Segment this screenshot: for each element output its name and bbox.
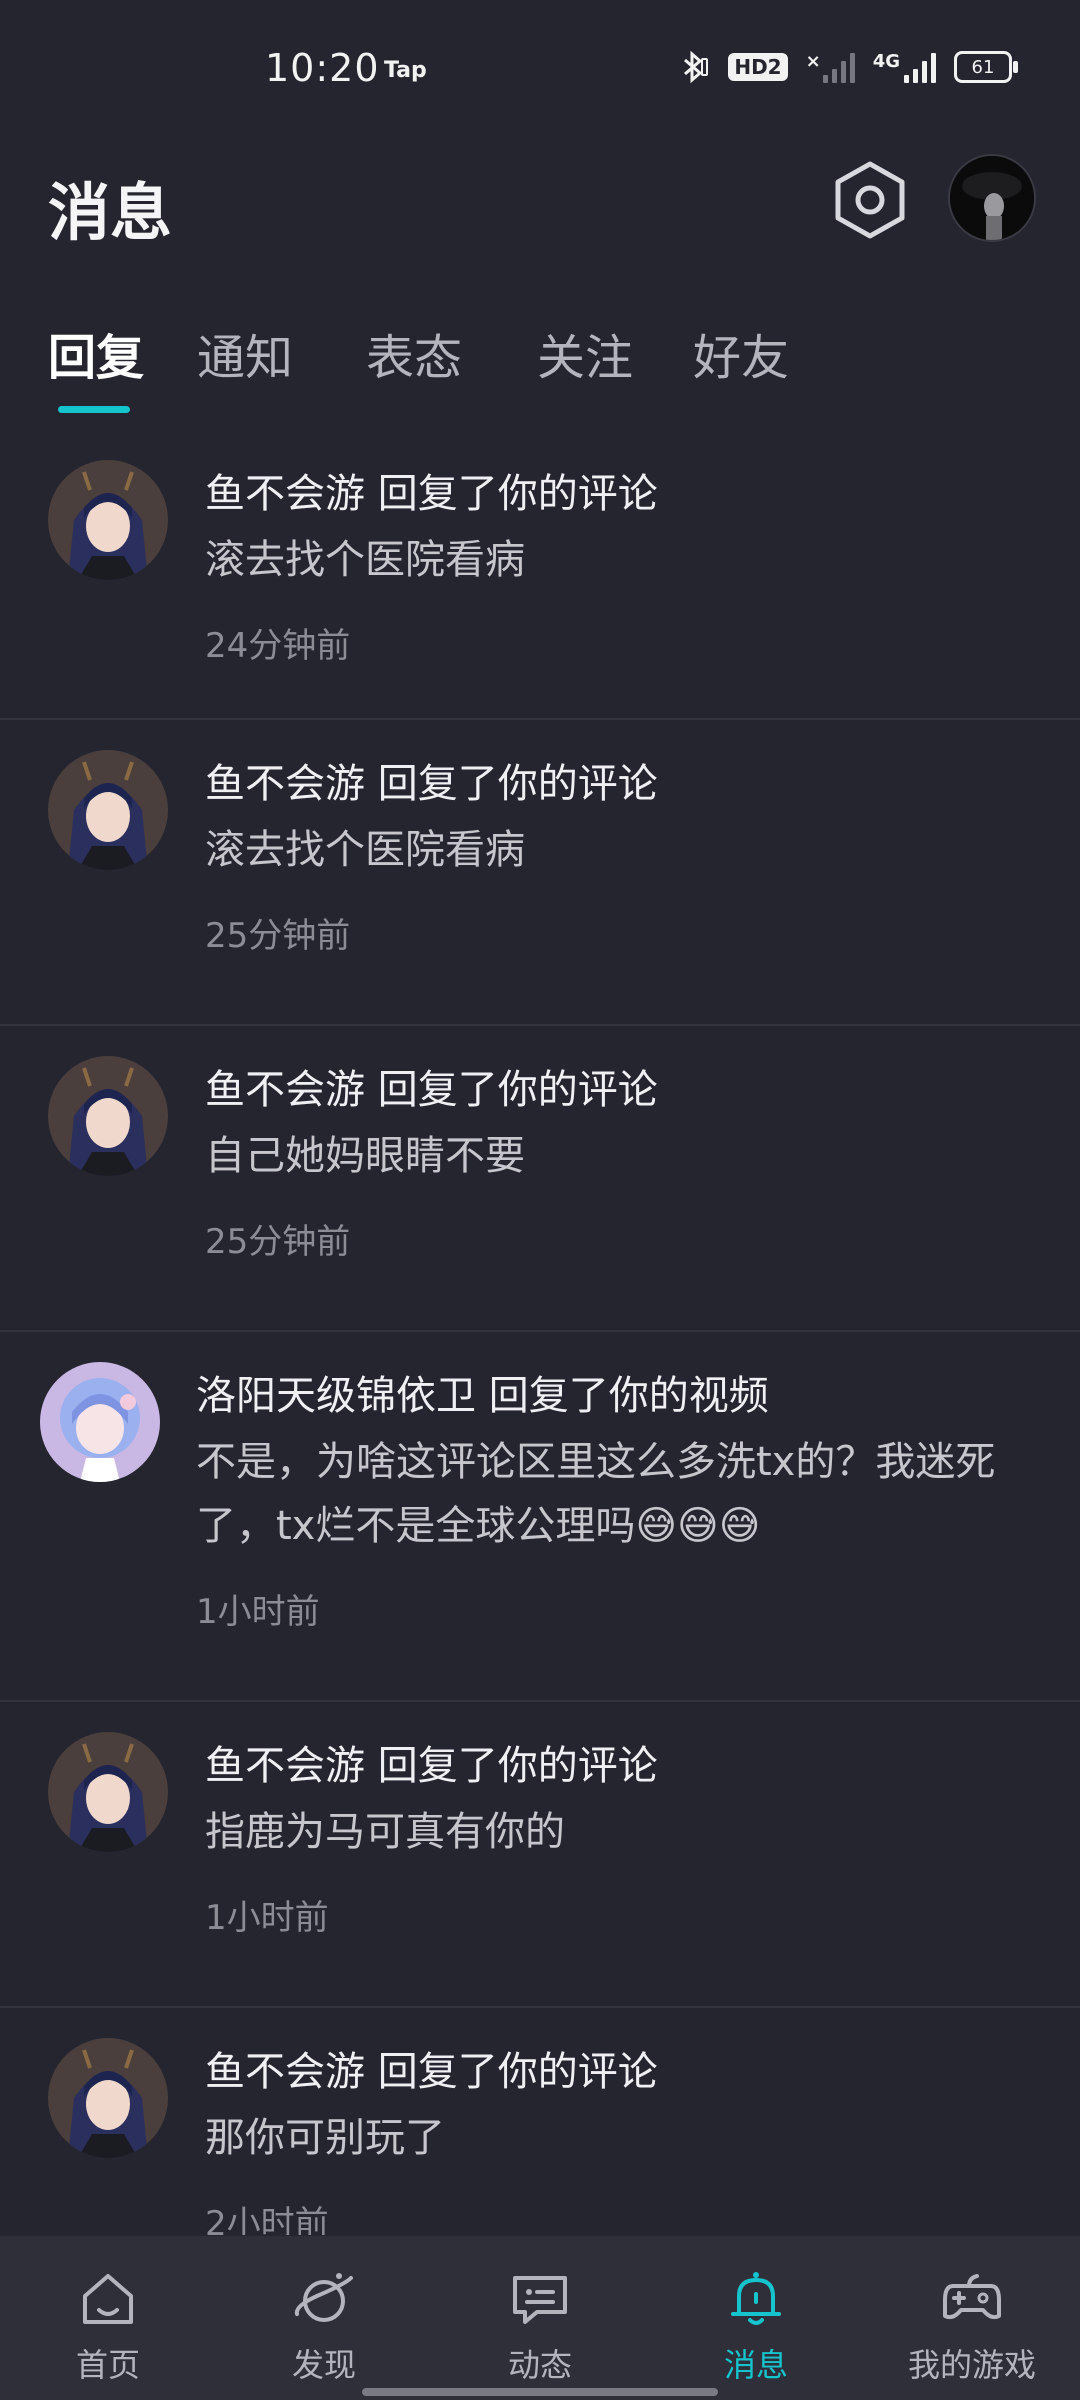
message-content: 那你可别玩了 <box>205 2115 445 2161</box>
avatar[interactable] <box>48 1056 168 1176</box>
avatar[interactable] <box>48 460 168 580</box>
message-title: 鱼不会游 回复了你的评论 <box>205 471 658 517</box>
nav-discover-label: 发现 <box>291 2346 356 2384</box>
tab-reaction[interactable]: 表态 <box>366 318 462 388</box>
list-item[interactable]: 鱼不会游 回复了你的评论 滚去找个医院看病 24分钟前 <box>0 430 1080 720</box>
avatar-image <box>48 1732 168 1852</box>
tab-bar: 回复 通知 表态 关注 好友 <box>0 300 1080 420</box>
message-title: 鱼不会游 回复了你的评论 <box>205 1743 658 1789</box>
nav-home-label: 首页 <box>75 2346 140 2384</box>
message-list[interactable]: 鱼不会游 回复了你的评论 滚去找个医院看病 24分钟前 鱼不会游 回复了你的评论… <box>0 430 1080 2235</box>
hd-badge: HD2 <box>728 53 788 81</box>
message-title: 鱼不会游 回复了你的评论 <box>205 761 658 807</box>
nav-feed-label: 动态 <box>507 2346 572 2384</box>
message-title: 鱼不会游 回复了你的评论 <box>205 1067 658 1113</box>
list-item[interactable]: 鱼不会游 回复了你的评论 指鹿为马可真有你的 1小时前 <box>0 1702 1080 2008</box>
message-content: 自己她妈眼睛不要 <box>205 1133 525 1179</box>
tab-follow[interactable]: 关注 <box>537 318 633 388</box>
message-time: 1小时前 <box>196 1592 320 1632</box>
message-time: 2小时前 <box>205 2204 329 2235</box>
avatar[interactable] <box>48 1732 168 1852</box>
nav-discover[interactable]: 发现 <box>254 2266 394 2386</box>
nav-home[interactable]: 首页 <box>38 2266 178 2386</box>
home-indicator[interactable] <box>362 2388 718 2396</box>
nav-messages[interactable]: 消息 <box>686 2266 826 2386</box>
avatar-image <box>48 2038 168 2158</box>
avatar[interactable] <box>48 750 168 870</box>
header: 消息 <box>0 140 1080 260</box>
message-time: 25分钟前 <box>205 916 351 956</box>
bell-icon <box>731 2272 781 2325</box>
avatar[interactable] <box>48 2038 168 2158</box>
list-item[interactable]: 鱼不会游 回复了你的评论 那你可别玩了 2小时前 <box>0 2008 1080 2235</box>
nav-my-games[interactable]: 我的游戏 <box>902 2266 1042 2386</box>
battery-icon: 61 <box>954 51 1018 83</box>
message-body: 洛阳天级锦依卫 回复了你的视频 不是，为啥这评论区里这么多洗tx的？我迷死了，t… <box>196 1366 1032 1633</box>
message-body: 鱼不会游 回复了你的评论 滚去找个医院看病 24分钟前 <box>205 464 1032 667</box>
user-avatar[interactable] <box>948 154 1036 242</box>
message-body: 鱼不会游 回复了你的评论 指鹿为马可真有你的 1小时前 <box>205 1736 1032 1939</box>
home-icon <box>83 2274 133 2324</box>
bluetooth-icon <box>684 50 709 84</box>
settings-button[interactable] <box>832 158 908 242</box>
message-body: 鱼不会游 回复了你的评论 那你可别玩了 2小时前 <box>205 2042 1032 2235</box>
active-tab-indicator <box>58 406 130 413</box>
signal-sim1-icon: × <box>806 51 855 83</box>
tab-reply[interactable]: 回复 <box>48 318 144 388</box>
message-time: 25分钟前 <box>205 1222 351 1262</box>
avatar-image <box>48 1056 168 1176</box>
network-type-label: 4G <box>872 51 900 72</box>
bottom-nav: 首页 发现 动态 消息 我的游戏 <box>0 2236 1080 2400</box>
gamepad-icon <box>943 2274 1001 2320</box>
status-bar: 10:20 Tap HD2 × 4G 61 <box>0 0 1080 140</box>
list-item[interactable]: 鱼不会游 回复了你的评论 滚去找个医院看病 25分钟前 <box>0 720 1080 1026</box>
signal-sim2-icon: 4G <box>873 51 936 83</box>
status-icons: HD2 × 4G 61 <box>676 50 1018 84</box>
message-body: 鱼不会游 回复了你的评论 自己她妈眼睛不要 25分钟前 <box>205 1060 1032 1263</box>
message-content: 不是，为啥这评论区里这么多洗tx的？我迷死了，tx烂不是全球公理吗😅😅😅 <box>196 1439 996 1549</box>
status-tap-label: Tap <box>384 58 427 83</box>
planet-icon <box>294 2273 353 2322</box>
list-item[interactable]: 洛阳天级锦依卫 回复了你的视频 不是，为啥这评论区里这么多洗tx的？我迷死了，t… <box>0 1332 1080 1702</box>
message-content: 滚去找个医院看病 <box>205 537 525 583</box>
hexagon-gear-icon <box>835 161 905 239</box>
status-time: 10:20 <box>265 46 380 90</box>
message-title: 洛阳天级锦依卫 回复了你的视频 <box>196 1373 769 1419</box>
message-title: 鱼不会游 回复了你的评论 <box>205 2049 658 2095</box>
message-time: 1小时前 <box>205 1898 329 1938</box>
tab-notice[interactable]: 通知 <box>197 318 293 388</box>
message-content: 指鹿为马可真有你的 <box>205 1809 565 1855</box>
avatar-image <box>950 156 1034 240</box>
avatar[interactable] <box>40 1362 160 1482</box>
message-time: 24分钟前 <box>205 626 351 666</box>
avatar-image <box>40 1362 160 1482</box>
chat-bubble-icon <box>513 2276 567 2324</box>
tab-friends[interactable]: 好友 <box>693 318 789 388</box>
nav-my-games-label: 我的游戏 <box>907 2346 1036 2384</box>
nav-messages-label: 消息 <box>723 2346 788 2384</box>
page-title: 消息 <box>48 176 173 249</box>
message-content: 滚去找个医院看病 <box>205 827 525 873</box>
avatar-image <box>48 750 168 870</box>
list-item[interactable]: 鱼不会游 回复了你的评论 自己她妈眼睛不要 25分钟前 <box>0 1026 1080 1332</box>
message-body: 鱼不会游 回复了你的评论 滚去找个医院看病 25分钟前 <box>205 754 1032 957</box>
nav-feed[interactable]: 动态 <box>470 2266 610 2386</box>
avatar-image <box>48 460 168 580</box>
